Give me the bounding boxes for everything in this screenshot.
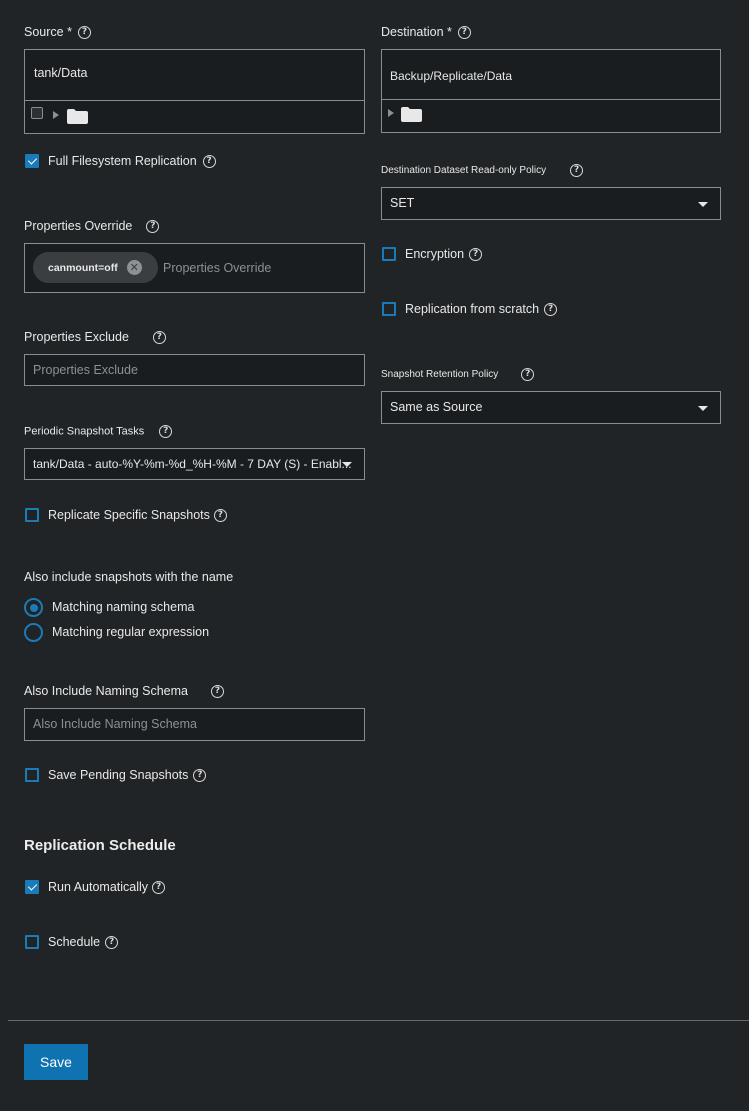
expand-arrow-icon[interactable] (53, 111, 59, 119)
properties-exclude-input[interactable]: Properties Exclude (33, 363, 138, 377)
run-automatically-label: Run Automatically (48, 880, 149, 894)
properties-exclude-label: Properties Exclude (24, 330, 129, 344)
properties-exclude-field[interactable]: Properties Exclude (24, 354, 365, 386)
destination-help-icon[interactable]: ? (457, 26, 471, 40)
dest-readonly-policy-label: Destination Dataset Read-only Policy (381, 165, 547, 177)
also-include-naming-schema-label: Also Include Naming Schema (24, 684, 188, 698)
radio-matching-regular-expression-label[interactable]: Matching regular expression (52, 625, 209, 639)
chip-label: canmount=off (48, 261, 118, 274)
snapshot-retention-policy-select[interactable]: Same as Source (381, 391, 721, 424)
periodic-snapshot-tasks-label: Periodic Snapshot Tasks (24, 425, 145, 438)
replication-from-scratch-help-icon[interactable]: ? (544, 303, 558, 317)
full-filesystem-replication-checkbox[interactable] (25, 154, 39, 168)
folder-icon (67, 109, 88, 124)
encryption-checkbox[interactable] (382, 247, 396, 261)
properties-override-field[interactable]: canmount=off ✕ Properties Override (24, 243, 365, 293)
chip-canmount-off: canmount=off ✕ (33, 252, 158, 283)
schedule-checkbox[interactable] (25, 935, 39, 949)
dropdown-caret-icon (342, 462, 352, 467)
schedule-help-icon[interactable]: ? (105, 936, 119, 950)
dropdown-caret-icon (698, 406, 708, 411)
encryption-row: Encryption? (405, 247, 483, 262)
destination-label: Destination * (381, 25, 452, 39)
properties-exclude-label-row: Properties Exclude? (24, 330, 166, 345)
also-include-naming-schema-help-icon[interactable]: ? (210, 685, 224, 699)
encryption-help-icon[interactable]: ? (469, 248, 483, 262)
full-filesystem-replication-label: Full Filesystem Replication (48, 154, 197, 168)
full-filesystem-replication-help-icon[interactable]: ? (202, 155, 216, 169)
dest-readonly-policy-value: SET (390, 196, 415, 210)
snapshot-retention-policy-label-row: Snapshot Retention Policy? (381, 368, 535, 381)
snapshot-retention-policy-label: Snapshot Retention Policy (381, 369, 499, 381)
dropdown-caret-icon (698, 202, 708, 207)
save-pending-snapshots-checkbox[interactable] (25, 768, 39, 782)
properties-override-input[interactable]: Properties Override (163, 261, 271, 275)
source-input-value[interactable]: tank/Data (34, 66, 88, 80)
periodic-snapshot-tasks-label-row: Periodic Snapshot Tasks? (24, 425, 173, 438)
save-button[interactable]: Save (24, 1044, 88, 1080)
full-filesystem-replication-row: Full Filesystem Replication? (48, 154, 216, 169)
radio-matching-regular-expression[interactable] (24, 623, 43, 642)
properties-override-label: Properties Override (24, 219, 133, 233)
expand-arrow-icon[interactable] (388, 109, 394, 117)
save-pending-snapshots-help-icon[interactable]: ? (193, 769, 207, 783)
dest-readonly-policy-help-icon[interactable]: ? (570, 164, 584, 177)
snapshot-retention-policy-value: Same as Source (390, 400, 483, 414)
destination-explorer-divider (382, 99, 720, 100)
source-label-row: Source *? (24, 25, 91, 40)
replication-from-scratch-label: Replication from scratch (405, 302, 540, 316)
replicate-specific-snapshots-label: Replicate Specific Snapshots (48, 508, 210, 522)
footer-divider (8, 1020, 749, 1021)
run-automatically-checkbox[interactable] (25, 880, 39, 894)
radio-matching-naming-schema[interactable] (24, 598, 43, 617)
radio-matching-naming-schema-label[interactable]: Matching naming schema (52, 600, 194, 614)
save-pending-snapshots-label: Save Pending Snapshots (48, 768, 189, 782)
periodic-snapshot-tasks-help-icon[interactable]: ? (159, 425, 173, 438)
save-pending-snapshots-row: Save Pending Snapshots? (48, 768, 207, 783)
replicate-specific-snapshots-row: Replicate Specific Snapshots? (48, 508, 227, 523)
replication-from-scratch-row: Replication from scratch? (405, 302, 558, 317)
periodic-snapshot-tasks-value: tank/Data - auto-%Y-%m-%d_%H-%M - 7 DAY … (33, 457, 352, 471)
periodic-snapshot-tasks-select[interactable]: tank/Data - auto-%Y-%m-%d_%H-%M - 7 DAY … (24, 448, 365, 480)
also-include-naming-schema-label-row: Also Include Naming Schema? (24, 684, 224, 699)
source-label: Source * (24, 25, 72, 39)
run-automatically-row: Run Automatically? (48, 880, 166, 895)
source-help-icon[interactable]: ? (77, 26, 91, 40)
source-tree-checkbox[interactable] (31, 107, 43, 119)
destination-label-row: Destination *? (381, 25, 471, 40)
properties-override-help-icon[interactable]: ? (146, 220, 160, 234)
schedule-label: Schedule (48, 935, 101, 949)
replicate-specific-snapshots-checkbox[interactable] (25, 508, 39, 522)
remove-chip-icon[interactable]: ✕ (126, 260, 142, 275)
also-include-label: Also include snapshots with the name (24, 570, 234, 584)
properties-exclude-help-icon[interactable]: ? (152, 331, 166, 345)
snapshot-retention-policy-help-icon[interactable]: ? (521, 368, 535, 381)
dest-readonly-policy-select[interactable]: SET (381, 187, 721, 220)
source-explorer[interactable]: tank/Data (24, 49, 365, 134)
properties-override-label-row: Properties Override? (24, 219, 160, 234)
run-automatically-help-icon[interactable]: ? (152, 881, 166, 895)
also-include-naming-schema-field[interactable]: Also Include Naming Schema (24, 708, 365, 741)
also-include-naming-schema-input[interactable]: Also Include Naming Schema (33, 717, 197, 731)
encryption-label: Encryption (405, 247, 465, 261)
folder-icon (401, 107, 422, 122)
replication-from-scratch-checkbox[interactable] (382, 302, 396, 316)
dest-readonly-policy-label-row: Destination Dataset Read-only Policy? (381, 164, 584, 177)
source-explorer-divider (25, 100, 364, 101)
replicate-specific-snapshots-help-icon[interactable]: ? (213, 509, 227, 523)
schedule-row: Schedule? (48, 935, 119, 950)
destination-input-value[interactable]: Backup/Replicate/Data (390, 69, 512, 83)
replication-schedule-title: Replication Schedule (24, 837, 176, 854)
destination-explorer[interactable]: Backup/Replicate/Data (381, 49, 721, 133)
